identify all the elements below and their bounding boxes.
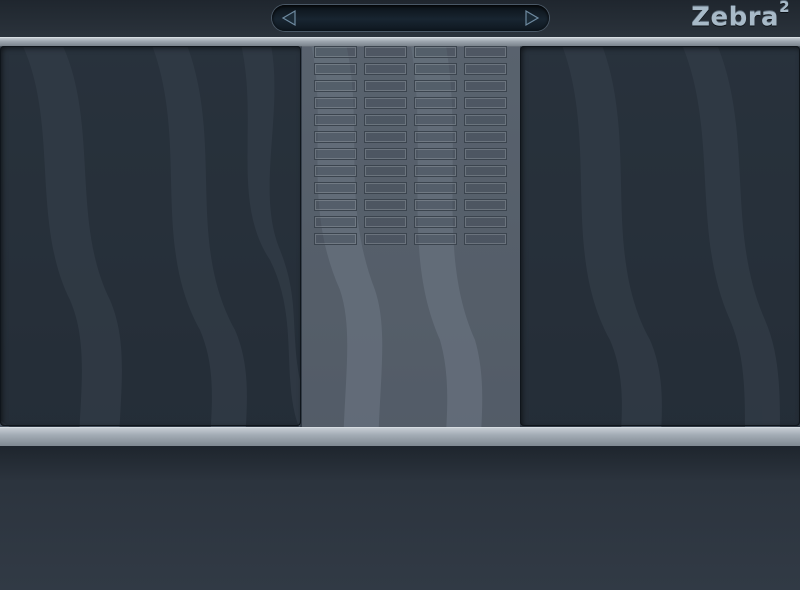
zebra2-synth-window: Zebra2 <box>0 0 800 590</box>
module-slot[interactable] <box>364 114 407 126</box>
module-slot[interactable] <box>314 80 357 92</box>
module-slot[interactable] <box>464 63 507 75</box>
module-slot[interactable] <box>414 182 457 194</box>
module-slot[interactable] <box>364 165 407 177</box>
bottom-area <box>0 446 800 590</box>
logo-superscript: 2 <box>779 0 790 16</box>
module-slot[interactable] <box>464 182 507 194</box>
module-slot[interactable] <box>464 131 507 143</box>
bottom-rail <box>0 427 800 447</box>
module-slot[interactable] <box>314 131 357 143</box>
module-slot[interactable] <box>464 46 507 58</box>
module-slot[interactable] <box>314 216 357 228</box>
module-slot[interactable] <box>414 148 457 160</box>
module-slot[interactable] <box>314 63 357 75</box>
left-panel <box>0 46 301 426</box>
module-slot[interactable] <box>464 233 507 245</box>
module-grid-area <box>302 46 520 427</box>
module-slot[interactable] <box>364 131 407 143</box>
triangle-left-icon[interactable] <box>280 9 298 27</box>
preset-browser[interactable] <box>272 5 549 31</box>
logo-text: Zebra <box>691 2 780 33</box>
module-slot[interactable] <box>364 80 407 92</box>
module-slot[interactable] <box>414 63 457 75</box>
module-slot[interactable] <box>414 216 457 228</box>
module-slot[interactable] <box>364 233 407 245</box>
module-slot[interactable] <box>464 97 507 109</box>
module-slot[interactable] <box>464 114 507 126</box>
module-slot[interactable] <box>364 199 407 211</box>
module-slot[interactable] <box>464 199 507 211</box>
module-slot[interactable] <box>314 233 357 245</box>
module-slot[interactable] <box>414 80 457 92</box>
top-bar: Zebra2 <box>0 0 800 39</box>
module-slot[interactable] <box>364 182 407 194</box>
module-slot[interactable] <box>464 165 507 177</box>
module-slot[interactable] <box>414 199 457 211</box>
module-slot[interactable] <box>464 216 507 228</box>
module-slot[interactable] <box>314 148 357 160</box>
module-slot[interactable] <box>464 80 507 92</box>
module-slot[interactable] <box>314 46 357 58</box>
module-slot[interactable] <box>414 131 457 143</box>
module-slot[interactable] <box>314 114 357 126</box>
module-slot[interactable] <box>414 233 457 245</box>
module-slot[interactable] <box>414 114 457 126</box>
right-panel <box>520 46 800 426</box>
module-slot[interactable] <box>314 182 357 194</box>
module-slot[interactable] <box>414 46 457 58</box>
module-slot[interactable] <box>414 97 457 109</box>
preset-name-display[interactable] <box>304 10 517 26</box>
module-slot[interactable] <box>314 165 357 177</box>
module-slot[interactable] <box>364 97 407 109</box>
module-slot[interactable] <box>314 97 357 109</box>
module-slot[interactable] <box>364 148 407 160</box>
module-slot[interactable] <box>464 148 507 160</box>
triangle-right-icon[interactable] <box>523 9 541 27</box>
module-slot[interactable] <box>364 63 407 75</box>
module-slot[interactable] <box>364 216 407 228</box>
module-slot[interactable] <box>314 199 357 211</box>
module-slot[interactable] <box>414 165 457 177</box>
zebra2-logo: Zebra2 <box>691 0 790 33</box>
module-slot[interactable] <box>364 46 407 58</box>
